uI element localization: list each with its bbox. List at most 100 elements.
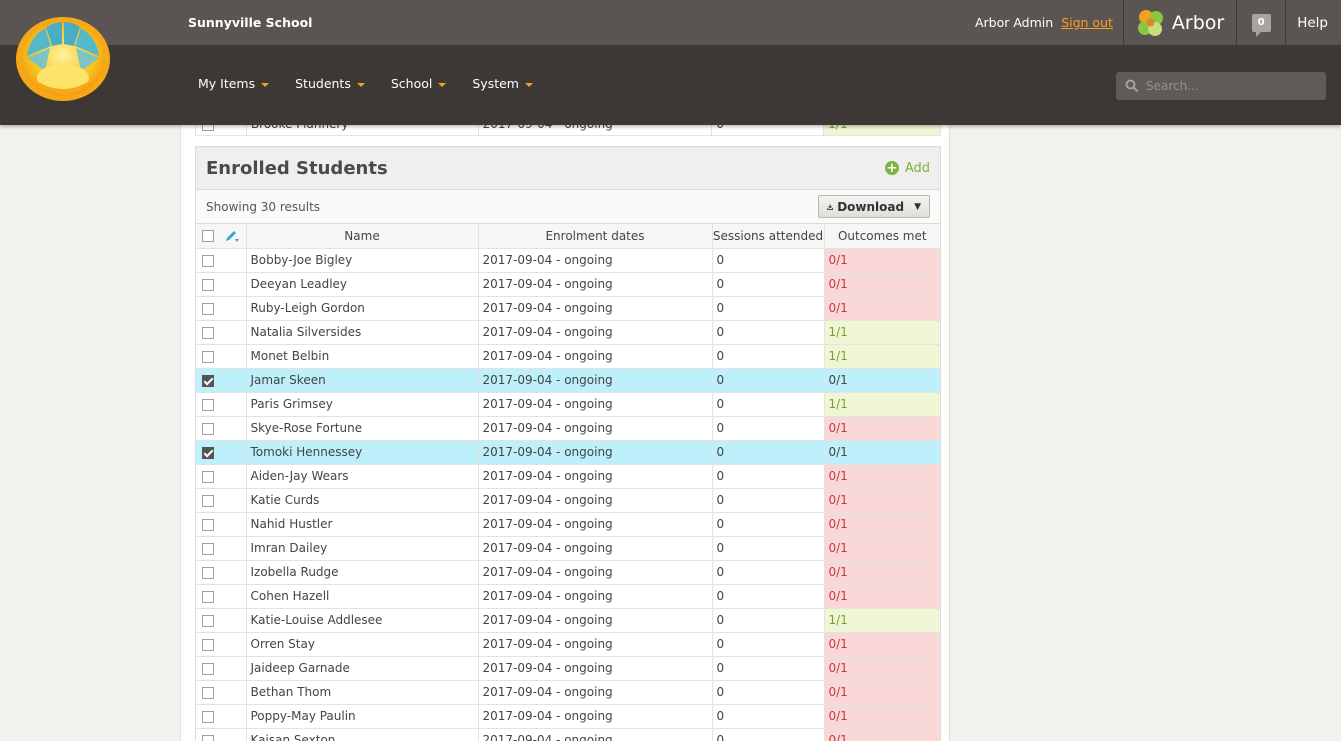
student-name[interactable]: Jaideep Garnade bbox=[246, 656, 479, 681]
table-row[interactable]: Izobella Rudge 2017-09-04 - ongoing 0 0/1 bbox=[196, 560, 940, 585]
table-row[interactable]: Aiden-Jay Wears 2017-09-04 - ongoing 0 0/1 bbox=[196, 464, 940, 489]
row-checkbox-cell[interactable] bbox=[196, 440, 247, 465]
table-row[interactable]: Poppy-May Paulin 2017-09-04 - ongoing 0 0/1 bbox=[196, 704, 940, 729]
row-checkbox-cell[interactable] bbox=[196, 392, 247, 417]
student-name[interactable]: Orren Stay bbox=[246, 632, 479, 657]
student-name[interactable]: Deeyan Leadley bbox=[246, 272, 479, 297]
select-all-cell[interactable] bbox=[196, 224, 247, 249]
table-row[interactable]: Monet Belbin 2017-09-04 - ongoing 0 1/1 bbox=[196, 344, 940, 369]
table-row[interactable]: Natalia Silversides 2017-09-04 - ongoing 0… bbox=[196, 320, 940, 345]
row-checkbox-cell[interactable] bbox=[196, 656, 247, 681]
row-checkbox[interactable] bbox=[202, 446, 214, 459]
row-checkbox-cell[interactable] bbox=[196, 560, 247, 585]
search-input[interactable] bbox=[1146, 79, 1316, 93]
row-checkbox-cell[interactable] bbox=[196, 512, 247, 537]
table-row[interactable]: Deeyan Leadley 2017-09-04 - ongoing 0 0/1 bbox=[196, 272, 940, 297]
arbor-brand[interactable]: Arbor bbox=[1124, 0, 1236, 45]
student-name[interactable]: Poppy-May Paulin bbox=[246, 704, 479, 729]
student-name[interactable]: Ruby-Leigh Gordon bbox=[246, 296, 479, 321]
row-checkbox-cell[interactable] bbox=[196, 488, 247, 513]
row-checkbox-cell[interactable] bbox=[196, 536, 247, 561]
row-checkbox[interactable] bbox=[202, 398, 214, 411]
row-checkbox-cell[interactable] bbox=[196, 416, 247, 441]
table-row[interactable]: Jaideep Garnade 2017-09-04 - ongoing 0 0/1 bbox=[196, 656, 940, 681]
student-name[interactable]: Imran Dailey bbox=[246, 536, 479, 561]
column-header-enrolment-dates[interactable]: Enrolment dates bbox=[478, 224, 713, 249]
row-checkbox[interactable] bbox=[202, 326, 214, 339]
row-checkbox-cell[interactable] bbox=[196, 296, 247, 321]
student-name[interactable]: Monet Belbin bbox=[246, 344, 479, 369]
nav-item-system[interactable]: System bbox=[472, 76, 533, 91]
column-header-sessions-attended[interactable]: Sessions attended bbox=[712, 224, 825, 249]
row-checkbox[interactable] bbox=[202, 518, 214, 531]
row-checkbox-cell[interactable] bbox=[196, 464, 247, 489]
select-all-checkbox[interactable] bbox=[202, 230, 214, 242]
student-name[interactable]: Bobby-Joe Bigley bbox=[246, 248, 479, 273]
add-student-button[interactable]: + Add bbox=[884, 161, 930, 176]
row-checkbox-cell[interactable] bbox=[196, 608, 247, 633]
student-name[interactable]: Paris Grimsey bbox=[246, 392, 479, 417]
column-header-outcomes-met[interactable]: Outcomes met bbox=[824, 224, 940, 249]
row-checkbox[interactable] bbox=[202, 350, 214, 363]
table-row[interactable]: Imran Dailey 2017-09-04 - ongoing 0 0/1 bbox=[196, 536, 940, 561]
table-row[interactable]: Bobby-Joe Bigley 2017-09-04 - ongoing 0 0/1 bbox=[196, 248, 940, 273]
table-row[interactable]: Paris Grimsey 2017-09-04 - ongoing 0 1/1 bbox=[196, 392, 940, 417]
student-name[interactable]: Skye-Rose Fortune bbox=[246, 416, 479, 441]
table-row[interactable]: Ruby-Leigh Gordon 2017-09-04 - ongoing 0 0/… bbox=[196, 296, 940, 321]
student-name[interactable]: Cohen Hazell bbox=[246, 584, 479, 609]
school-logo[interactable] bbox=[15, 16, 111, 102]
row-checkbox[interactable] bbox=[202, 494, 214, 507]
row-checkbox-cell[interactable] bbox=[196, 344, 247, 369]
student-name[interactable]: Jamar Skeen bbox=[246, 368, 479, 393]
row-checkbox-cell[interactable] bbox=[196, 368, 247, 393]
row-checkbox[interactable] bbox=[202, 374, 214, 387]
row-checkbox[interactable] bbox=[202, 542, 214, 555]
row-checkbox[interactable] bbox=[202, 710, 214, 723]
row-checkbox[interactable] bbox=[202, 590, 214, 603]
row-checkbox-cell[interactable] bbox=[196, 272, 247, 297]
table-row[interactable]: Kaisan Sexton 2017-09-04 - ongoing 0 0/1 bbox=[196, 728, 940, 741]
table-row[interactable]: Katie Curds 2017-09-04 - ongoing 0 0/1 bbox=[196, 488, 940, 513]
row-checkbox[interactable] bbox=[202, 470, 214, 483]
table-row[interactable]: Bethan Thom 2017-09-04 - ongoing 0 0/1 bbox=[196, 680, 940, 705]
sign-out-link[interactable]: Sign out bbox=[1061, 15, 1113, 30]
notifications-button[interactable]: 0 bbox=[1237, 0, 1285, 45]
row-checkbox-cell[interactable] bbox=[196, 320, 247, 345]
table-row[interactable]: Skye-Rose Fortune 2017-09-04 - ongoing 0 0/… bbox=[196, 416, 940, 441]
row-checkbox[interactable] bbox=[202, 614, 214, 627]
help-link[interactable]: Help bbox=[1286, 15, 1341, 31]
row-checkbox-cell[interactable] bbox=[196, 728, 247, 741]
nav-item-students[interactable]: Students bbox=[295, 76, 365, 91]
nav-item-my-items[interactable]: My Items bbox=[198, 76, 270, 91]
table-row[interactable]: Tomoki Hennessey 2017-09-04 - ongoing 0 0/1 bbox=[196, 440, 940, 465]
student-name[interactable]: Nahid Hustler bbox=[246, 512, 479, 537]
row-checkbox-cell[interactable] bbox=[196, 632, 247, 657]
school-name[interactable]: Sunnyville School bbox=[188, 15, 312, 30]
student-name[interactable]: Katie-Louise Addlesee bbox=[246, 608, 479, 633]
row-checkbox[interactable] bbox=[202, 278, 214, 291]
row-checkbox[interactable] bbox=[202, 686, 214, 699]
student-name[interactable]: Izobella Rudge bbox=[246, 560, 479, 585]
table-row[interactable]: Nahid Hustler 2017-09-04 - ongoing 0 0/1 bbox=[196, 512, 940, 537]
row-checkbox[interactable] bbox=[202, 662, 214, 675]
student-name[interactable]: Kaisan Sexton bbox=[246, 728, 479, 741]
table-row[interactable]: Jamar Skeen 2017-09-04 - ongoing 0 0/1 bbox=[196, 368, 940, 393]
row-checkbox[interactable] bbox=[202, 422, 214, 435]
row-checkbox[interactable] bbox=[202, 254, 214, 267]
bulk-edit-icon[interactable] bbox=[224, 229, 240, 243]
row-checkbox[interactable] bbox=[202, 302, 214, 315]
row-checkbox[interactable] bbox=[202, 566, 214, 579]
download-button[interactable]: Download ▼ bbox=[818, 195, 930, 218]
table-row[interactable]: Katie-Louise Addlesee 2017-09-04 - ongoin… bbox=[196, 608, 940, 633]
table-row[interactable]: Cohen Hazell 2017-09-04 - ongoing 0 0/1 bbox=[196, 584, 940, 609]
row-checkbox-cell[interactable] bbox=[196, 680, 247, 705]
column-header-name[interactable]: Name bbox=[246, 224, 479, 249]
row-checkbox-cell[interactable] bbox=[196, 248, 247, 273]
search-box[interactable] bbox=[1116, 72, 1326, 100]
table-row[interactable]: Orren Stay 2017-09-04 - ongoing 0 0/1 bbox=[196, 632, 940, 657]
student-name[interactable]: Natalia Silversides bbox=[246, 320, 479, 345]
row-checkbox[interactable] bbox=[202, 734, 214, 741]
nav-item-school[interactable]: School bbox=[391, 76, 447, 91]
row-checkbox-cell[interactable] bbox=[196, 584, 247, 609]
student-name[interactable]: Bethan Thom bbox=[246, 680, 479, 705]
